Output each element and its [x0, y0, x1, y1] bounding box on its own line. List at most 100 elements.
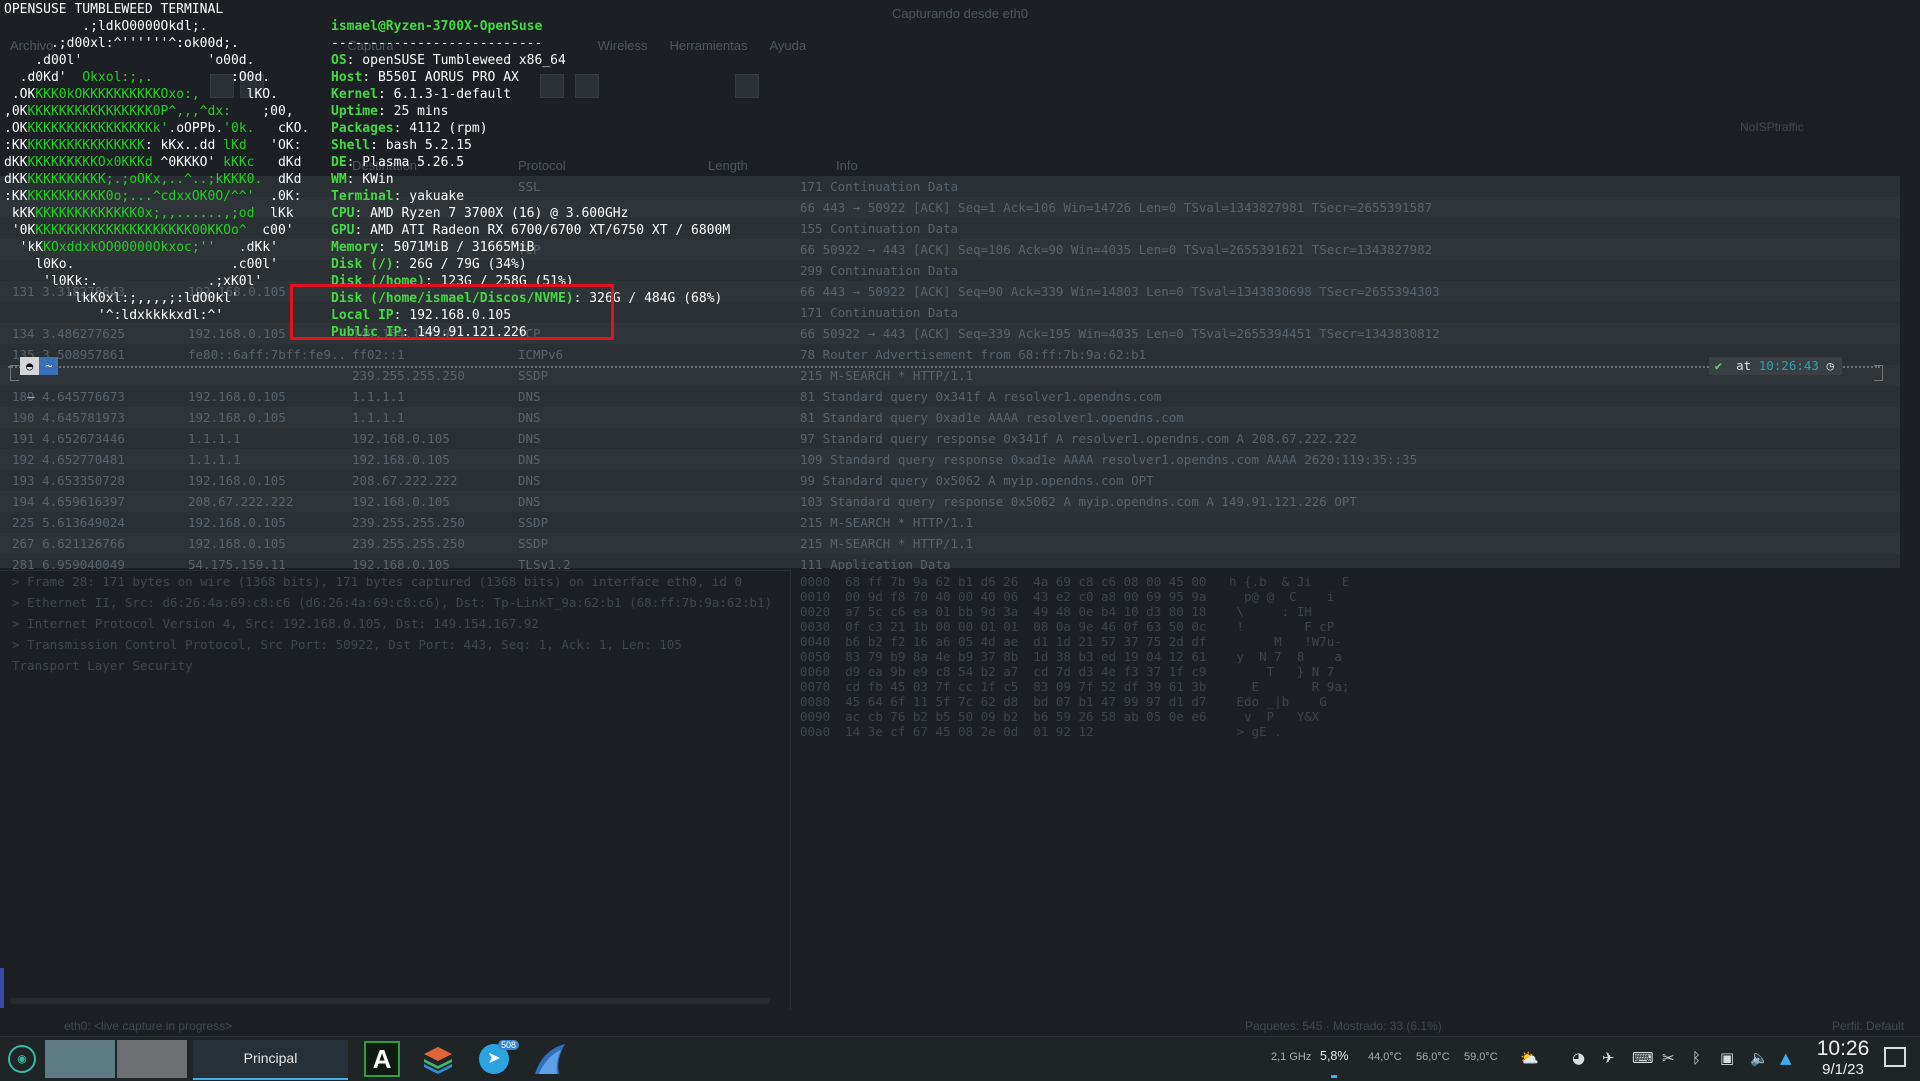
temperature-1[interactable]: 44,0°C: [1368, 1051, 1402, 1063]
status-ok-icon: ✔: [1708, 357, 1729, 375]
cpu-frequency[interactable]: 2,1 GHz: [1271, 1051, 1311, 1063]
temperature-2[interactable]: 56,0°C: [1416, 1051, 1450, 1063]
hex-line: 00a0 14 3e cf 67 45 08 2e 0d 01 92 12 > …: [800, 724, 1282, 739]
detail-tree-item[interactable]: > Ethernet II, Src: d6:26:4a:69:c8:c6 (d…: [0, 592, 790, 613]
plasma-taskbar: ◉ Principal A ➤ 508 2,1 GHz 5,8% 44,0°C …: [0, 1036, 1920, 1081]
packet-row[interactable]: 191 4.652673446 1.1.1.1 192.168.0.105 DNS 97…: [0, 428, 1900, 449]
packet-dst: 192.168.0.105: [352, 431, 450, 446]
clock-date: 9/1/23: [1822, 1061, 1864, 1078]
cpu-load-indicator: [1331, 1075, 1337, 1078]
packet-row[interactable]: 194 4.659616397 208.67.222.222 192.168.0.1…: [0, 491, 1900, 512]
packet-info: 97 Standard query response 0x341f A reso…: [800, 431, 1357, 446]
packet-info: 81 Standard query 0xad1e AAAA resolver1.…: [800, 410, 1184, 425]
packet-no: 225 5.613649024: [12, 515, 125, 530]
info-row: GPU: AMD ATI Radeon RX 6700/6700 XT/6750…: [331, 223, 731, 238]
tray-expand-icon[interactable]: ▲: [1780, 1049, 1792, 1067]
packets-count: Paquetes: 545 · Mostrado: 33 (6.1%): [1245, 1019, 1442, 1033]
info-rule: ---------------------------: [331, 36, 543, 51]
packet-no: 194 4.659616397: [12, 494, 125, 509]
pane-divider[interactable]: [790, 570, 791, 1010]
horizontal-scrollbar[interactable]: [10, 998, 770, 1004]
packet-row[interactable]: 267 6.621126766 192.168.0.105 239.255.255.…: [0, 533, 1900, 554]
logo-line: dKKKKKKKKKKKK;.;oOKx,..^..;kKKK0. dKd: [4, 172, 302, 187]
packet-dst: 192.168.0.105: [352, 452, 450, 467]
app-launcher-icon[interactable]: ◉: [8, 1045, 36, 1073]
temperature-3[interactable]: 59,0°C: [1464, 1051, 1498, 1063]
info-row: OS: openSUSE Tumbleweed x86_64: [331, 53, 566, 68]
detail-tree-item[interactable]: > Frame 28: 171 bytes on wire (1368 bits…: [0, 571, 790, 592]
info-row: Packages: 4112 (rpm): [331, 121, 488, 136]
logo-line: .;ldkO0000Okdl;.: [4, 19, 208, 34]
virtual-desktop-1[interactable]: [45, 1040, 115, 1078]
clock-time: 10:26: [1816, 1037, 1870, 1060]
packet-row[interactable]: 192 4.652770481 1.1.1.1 192.168.0.105 DNS 10…: [0, 449, 1900, 470]
telegram-tray-icon[interactable]: ✈: [1602, 1049, 1615, 1067]
packet-dst: 1.1.1.1: [352, 410, 405, 425]
terminal-tray-icon[interactable]: ⌨: [1632, 1049, 1654, 1067]
packet-row[interactable]: 193 4.653350728 192.168.0.105 208.67.222.2…: [0, 470, 1900, 491]
terminal-cursor[interactable]: _: [27, 384, 35, 399]
logo-line: .OKKKK0kOKKKKKKKKKKOxo:, lKO.: [4, 87, 278, 102]
packet-src: 192.168.0.105: [188, 515, 286, 530]
capture-status: eth0: <live capture in progress>: [64, 1019, 233, 1033]
info-row: Disk (/): 26G / 79G (34%): [331, 257, 527, 272]
info-row: CPU: AMD Ryzen 7 3700X (16) @ 3.600GHz: [331, 206, 629, 221]
packet-no: 191 4.652673446: [12, 431, 125, 446]
prompt-time: 10:26:43: [1758, 358, 1819, 373]
virtual-desktop-2[interactable]: [117, 1040, 187, 1078]
logo-line: :KKKKKKKKKKKKKKKKK: kKx..dd lKd 'OK:: [4, 138, 302, 153]
packet-bytes-pane[interactable]: 0000 68 ff 7b 9a 62 b1 d6 26 4a 69 c8 c6…: [800, 570, 1900, 1010]
logo-line: :KKKKKKKKKKKK0o;...^cdxxOK0O/^^' .0K:: [4, 189, 302, 204]
packet-src: 208.67.222.222: [188, 494, 294, 509]
profile-label[interactable]: Perfil: Default: [1832, 1019, 1904, 1033]
weather-icon[interactable]: ⛅: [1520, 1049, 1539, 1067]
show-desktop-icon[interactable]: [1884, 1047, 1906, 1067]
packet-row[interactable]: 225 5.613649024 192.168.0.105 239.255.255.…: [0, 512, 1900, 533]
prompt-bracket-right: [1874, 365, 1883, 381]
network-icon[interactable]: ▣: [1720, 1049, 1734, 1067]
detail-tree-item[interactable]: > Internet Protocol Version 4, Src: 192.…: [0, 613, 790, 634]
bluetooth-icon[interactable]: ᛒ: [1692, 1049, 1701, 1067]
packet-info: 103 Standard query response 0x5062 A myi…: [800, 494, 1357, 509]
logo-line: dKKKKKKKKKKKOx0KKKd ^0KKKO' kKKc dKd: [4, 155, 302, 170]
kde-connect-icon[interactable]: ✂: [1662, 1049, 1675, 1067]
prompt-directory: ~: [39, 357, 59, 375]
color-picker-icon[interactable]: ◕: [1572, 1049, 1585, 1067]
packet-no: 193 4.653350728: [12, 473, 125, 488]
prompt-bracket-left: [10, 365, 19, 381]
packet-no: 267 6.621126766: [12, 536, 125, 551]
packet-src: 192.168.0.105: [188, 410, 286, 425]
opensuse-prompt-icon: ◓: [20, 357, 40, 375]
layers-app-icon[interactable]: [420, 1041, 456, 1077]
hex-line: 0020 a7 5c c6 ea 01 bb 9d 3a 49 48 0e b4…: [800, 604, 1312, 619]
packet-proto: SSDP: [518, 515, 549, 530]
ip-highlight-box: [290, 284, 614, 340]
info-row: Memory: 5071MiB / 31665MiB: [331, 240, 535, 255]
hex-line: 0090 ac cb 76 b2 b5 50 09 b2 b6 59 26 58…: [800, 709, 1320, 724]
prompt-clock: at 10:26:43 ◷: [1728, 357, 1842, 375]
packet-info: 215 M-SEARCH * HTTP/1.1: [800, 536, 974, 551]
packet-proto: DNS: [518, 410, 541, 425]
logo-line: 'l0Kk:. .;xK0l': [4, 274, 263, 289]
info-row: DE: Plasma 5.26.5: [331, 155, 465, 170]
prompt-left-segments: ◓ ~: [20, 357, 59, 375]
wireshark-app-icon[interactable]: [532, 1041, 568, 1077]
detail-tree-item[interactable]: Transport Layer Security: [0, 655, 790, 676]
task-principal[interactable]: Principal: [193, 1040, 348, 1080]
hex-line: 0000 68 ff 7b 9a 62 b1 d6 26 4a 69 c8 c6…: [800, 574, 1350, 589]
volume-icon[interactable]: 🔈: [1750, 1049, 1769, 1067]
logo-line: .;d00xl:^''''''^:ok00d;.: [4, 36, 239, 51]
prompt-separator: [8, 366, 1880, 368]
logo-line: 'lkK0xl:;,,,,;:ldO0kl': [4, 291, 239, 306]
packet-row[interactable]: 190 4.645781973 192.168.0.105 1.1.1.1 DNS 81…: [0, 407, 1900, 428]
hex-line: 0060 d9 ea 9b e9 c8 54 b2 a7 cd 7d d3 4e…: [800, 664, 1335, 679]
detail-tree-item[interactable]: > Transmission Control Protocol, Src Por…: [0, 634, 790, 655]
terminal-title: OPENSUSE TUMBLEWEED TERMINAL: [4, 2, 224, 17]
anki-app-icon[interactable]: A: [364, 1041, 400, 1077]
yakuake-terminal[interactable]: OPENSUSE TUMBLEWEED TERMINAL .;ldkO0000O…: [0, 0, 1900, 400]
cpu-load[interactable]: 5,8%: [1320, 1049, 1349, 1063]
status-bar: eth0: <live capture in progress> Paquete…: [0, 1016, 1920, 1036]
packet-no: 192 4.652770481: [12, 452, 125, 467]
packet-details-pane[interactable]: > Frame 28: 171 bytes on wire (1368 bits…: [0, 570, 790, 1011]
hex-line: 0070 cd fb 45 03 7f cc 1f c5 83 09 7f 52…: [800, 679, 1350, 694]
